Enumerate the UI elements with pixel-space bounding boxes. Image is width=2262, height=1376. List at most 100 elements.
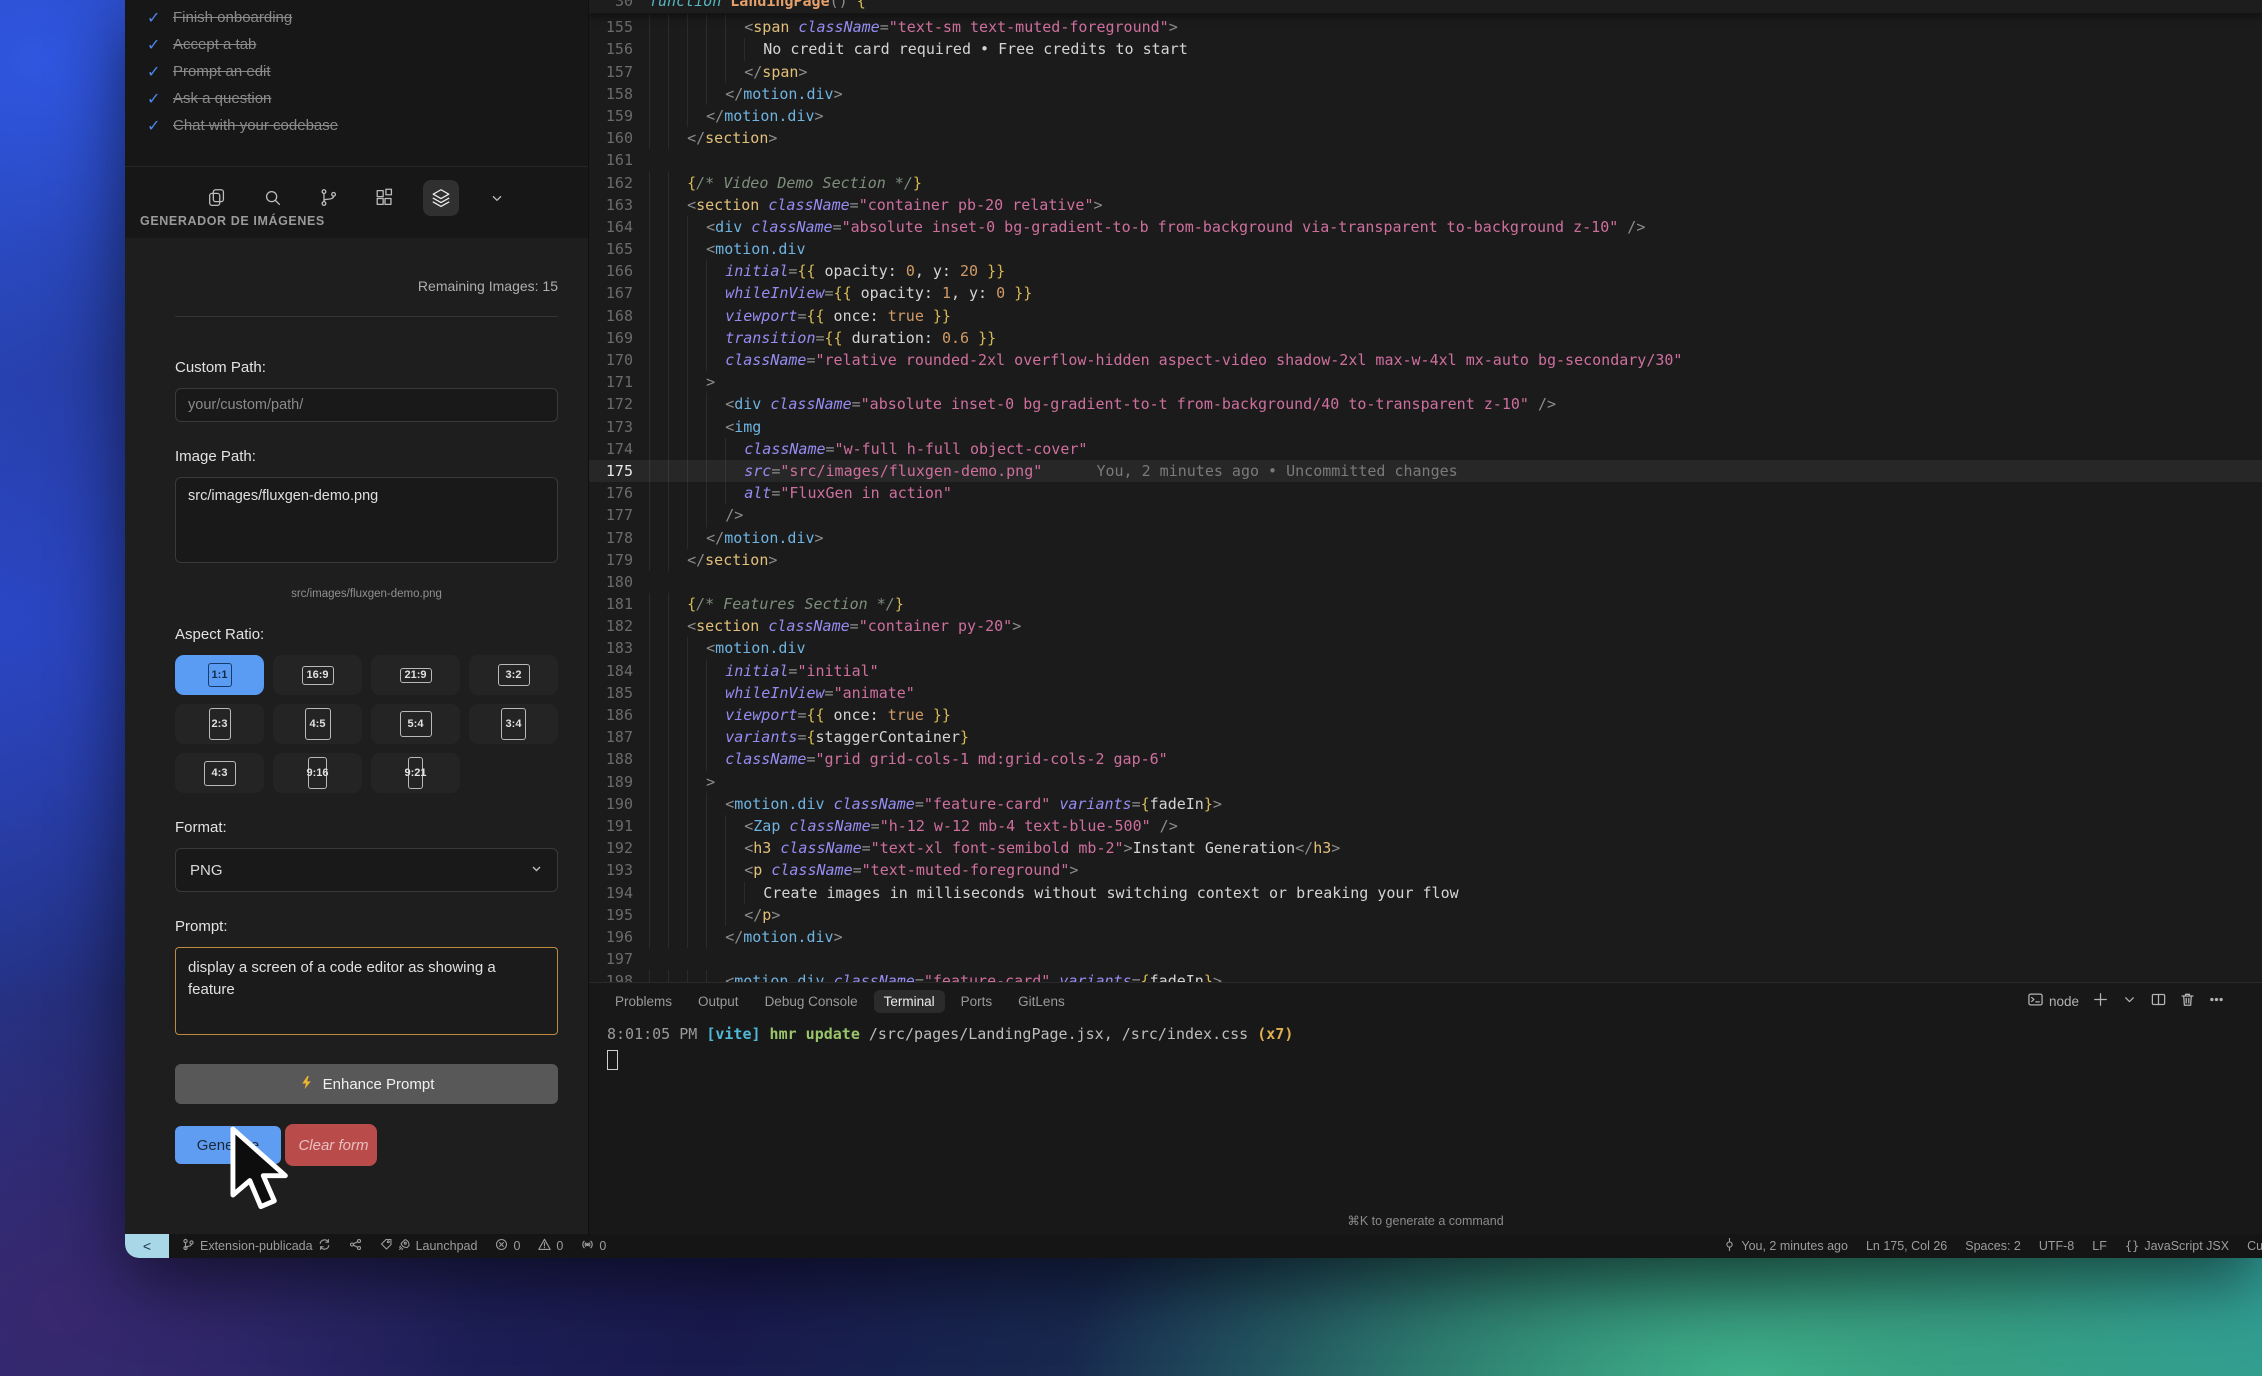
chevron-down-icon[interactable] bbox=[479, 180, 515, 216]
aspect-ratio-21x9[interactable]: 21:9 bbox=[371, 655, 460, 695]
code-line-177[interactable]: 177/> bbox=[589, 504, 2262, 526]
code-line-181[interactable]: 181{/* Features Section */} bbox=[589, 593, 2262, 615]
kill-terminal-button[interactable] bbox=[2180, 992, 2195, 1010]
cursor-position-status[interactable]: Ln 175, Col 26 bbox=[1866, 1239, 1947, 1253]
cursor-tab-status[interactable]: Cursor Tab bbox=[2247, 1239, 2262, 1253]
source-control-icon[interactable] bbox=[311, 180, 347, 216]
onboarding-item[interactable]: ✓Accept a tab bbox=[147, 31, 578, 58]
graph-status[interactable] bbox=[349, 1238, 362, 1254]
eol-status[interactable]: LF bbox=[2092, 1239, 2107, 1253]
language-status[interactable]: {}JavaScript JSX bbox=[2125, 1239, 2229, 1253]
ports-status[interactable]: 0 bbox=[581, 1238, 606, 1254]
aspect-ratio-5x4[interactable]: 5:4 bbox=[371, 704, 460, 744]
image-path-input[interactable]: src/images/fluxgen-demo.png bbox=[175, 477, 558, 563]
aspect-ratio-3x2[interactable]: 3:2 bbox=[469, 655, 558, 695]
aspect-ratio-9x21[interactable]: 9:21 bbox=[371, 753, 460, 793]
code-line-168[interactable]: 168viewport={{ once: true }} bbox=[589, 305, 2262, 327]
code-line-195[interactable]: 195</p> bbox=[589, 904, 2262, 926]
code-line-156[interactable]: 156No credit card required • Free credit… bbox=[589, 38, 2262, 60]
new-terminal-button[interactable] bbox=[2093, 992, 2108, 1010]
prompt-input[interactable]: display a screen of a code editor as sho… bbox=[175, 947, 558, 1035]
aspect-ratio-4x3[interactable]: 4:3 bbox=[175, 753, 264, 793]
code-line-167[interactable]: 167whileInView={{ opacity: 1, y: 0 }} bbox=[589, 282, 2262, 304]
code-line-192[interactable]: 192<h3 className="text-xl font-semibold … bbox=[589, 837, 2262, 859]
format-select[interactable]: PNG bbox=[175, 848, 558, 892]
code-line-187[interactable]: 187variants={staggerContainer} bbox=[589, 726, 2262, 748]
code-line-164[interactable]: 164<div className="absolute inset-0 bg-g… bbox=[589, 216, 2262, 238]
aspect-ratio-3x4[interactable]: 3:4 bbox=[469, 704, 558, 744]
clear-button[interactable]: Clear form bbox=[285, 1124, 377, 1166]
code-editor[interactable]: 154</button>155<span className="text-sm … bbox=[589, 0, 2262, 982]
code-line-196[interactable]: 196</motion.div> bbox=[589, 926, 2262, 948]
panel-tab-terminal[interactable]: Terminal bbox=[874, 990, 945, 1013]
split-terminal-button[interactable] bbox=[2151, 992, 2166, 1010]
aspect-ratio-4x5[interactable]: 4:5 bbox=[273, 704, 362, 744]
sticky-line-30[interactable]: 30function LandingPage() { bbox=[589, 0, 2262, 12]
code-line-155[interactable]: 155<span className="text-sm text-muted-f… bbox=[589, 16, 2262, 38]
code-line-158[interactable]: 158</motion.div> bbox=[589, 83, 2262, 105]
onboarding-item[interactable]: ✓Prompt an edit bbox=[147, 58, 578, 85]
onboarding-item[interactable]: ✓Ask a question bbox=[147, 85, 578, 112]
code-line-176[interactable]: 176alt="FluxGen in action" bbox=[589, 482, 2262, 504]
blame-status[interactable]: You, 2 minutes ago bbox=[1723, 1238, 1848, 1254]
code-line-157[interactable]: 157</span> bbox=[589, 61, 2262, 83]
aspect-ratio-2x3[interactable]: 2:3 bbox=[175, 704, 264, 744]
terminal-profile-dropdown[interactable] bbox=[2122, 992, 2137, 1010]
code-line-160[interactable]: 160</section> bbox=[589, 127, 2262, 149]
code-line-186[interactable]: 186viewport={{ once: true }} bbox=[589, 704, 2262, 726]
aspect-ratio-16x9[interactable]: 16:9 bbox=[273, 655, 362, 695]
encoding-status[interactable]: UTF-8 bbox=[2039, 1239, 2074, 1253]
branch-status[interactable]: Extension-publicada bbox=[182, 1238, 331, 1254]
code-line-183[interactable]: 183<motion.div bbox=[589, 637, 2262, 659]
code-line-169[interactable]: 169transition={{ duration: 0.6 }} bbox=[589, 327, 2262, 349]
code-line-178[interactable]: 178</motion.div> bbox=[589, 527, 2262, 549]
code-line-184[interactable]: 184initial="initial" bbox=[589, 660, 2262, 682]
code-line-174[interactable]: 174className="w-full h-full object-cover… bbox=[589, 438, 2262, 460]
indentation-status[interactable]: Spaces: 2 bbox=[1965, 1239, 2021, 1253]
terminal-shell[interactable]: node bbox=[2028, 992, 2079, 1010]
code-line-170[interactable]: 170className="relative rounded-2xl overf… bbox=[589, 349, 2262, 371]
code-line-193[interactable]: 193<p className="text-muted-foreground"> bbox=[589, 859, 2262, 881]
panel-tab-output[interactable]: Output bbox=[688, 990, 749, 1013]
code-line-166[interactable]: 166initial={{ opacity: 0, y: 20 }} bbox=[589, 260, 2262, 282]
code-line-198[interactable]: 198<motion.div className="feature-card" … bbox=[589, 970, 2262, 982]
search-icon[interactable] bbox=[255, 180, 291, 216]
code-line-175[interactable]: 175src="src/images/fluxgen-demo.png" You… bbox=[589, 460, 2262, 482]
code-line-159[interactable]: 159</motion.div> bbox=[589, 105, 2262, 127]
panel-tab-problems[interactable]: Problems bbox=[605, 990, 682, 1013]
launchpad-status[interactable]: Launchpad bbox=[380, 1238, 478, 1254]
code-line-171[interactable]: 171> bbox=[589, 371, 2262, 393]
code-line-162[interactable]: 162{/* Video Demo Section */} bbox=[589, 172, 2262, 194]
code-line-173[interactable]: 173<img bbox=[589, 416, 2262, 438]
code-line-185[interactable]: 185whileInView="animate" bbox=[589, 682, 2262, 704]
custom-path-input[interactable] bbox=[175, 388, 558, 422]
code-line-179[interactable]: 179</section> bbox=[589, 549, 2262, 571]
extensions-icon[interactable] bbox=[367, 180, 403, 216]
code-line-189[interactable]: 189> bbox=[589, 771, 2262, 793]
layers-icon[interactable] bbox=[423, 180, 459, 216]
terminal-more-actions[interactable] bbox=[2209, 992, 2224, 1010]
enhance-prompt-button[interactable]: Enhance Prompt bbox=[175, 1064, 558, 1104]
code-line-188[interactable]: 188className="grid grid-cols-1 md:grid-c… bbox=[589, 748, 2262, 770]
onboarding-item[interactable]: ✓Chat with your codebase bbox=[147, 112, 578, 139]
code-line-197[interactable]: 197 bbox=[589, 948, 2262, 970]
remote-indicator[interactable]: < bbox=[125, 1234, 169, 1258]
aspect-ratio-1x1[interactable]: 1:1 bbox=[175, 655, 264, 695]
panel-tab-debug-console[interactable]: Debug Console bbox=[755, 990, 868, 1013]
warnings-status[interactable]: 0 bbox=[538, 1238, 563, 1254]
errors-status[interactable]: 0 bbox=[495, 1238, 520, 1254]
onboarding-item[interactable]: ✓Finish onboarding bbox=[147, 4, 578, 31]
code-line-194[interactable]: 194Create images in milliseconds without… bbox=[589, 882, 2262, 904]
code-line-180[interactable]: 180 bbox=[589, 571, 2262, 593]
panel-tab-ports[interactable]: Ports bbox=[951, 990, 1003, 1013]
code-line-163[interactable]: 163<section className="container pb-20 r… bbox=[589, 194, 2262, 216]
code-line-172[interactable]: 172<div className="absolute inset-0 bg-g… bbox=[589, 393, 2262, 415]
generate-button[interactable]: Generate bbox=[175, 1126, 281, 1164]
copy-icon[interactable] bbox=[199, 180, 235, 216]
code-line-182[interactable]: 182<section className="container py-20"> bbox=[589, 615, 2262, 637]
aspect-ratio-9x16[interactable]: 9:16 bbox=[273, 753, 362, 793]
code-line-190[interactable]: 190<motion.div className="feature-card" … bbox=[589, 793, 2262, 815]
panel-tab-gitlens[interactable]: GitLens bbox=[1008, 990, 1075, 1013]
code-line-191[interactable]: 191<Zap className="h-12 w-12 mb-4 text-b… bbox=[589, 815, 2262, 837]
code-line-165[interactable]: 165<motion.div bbox=[589, 238, 2262, 260]
